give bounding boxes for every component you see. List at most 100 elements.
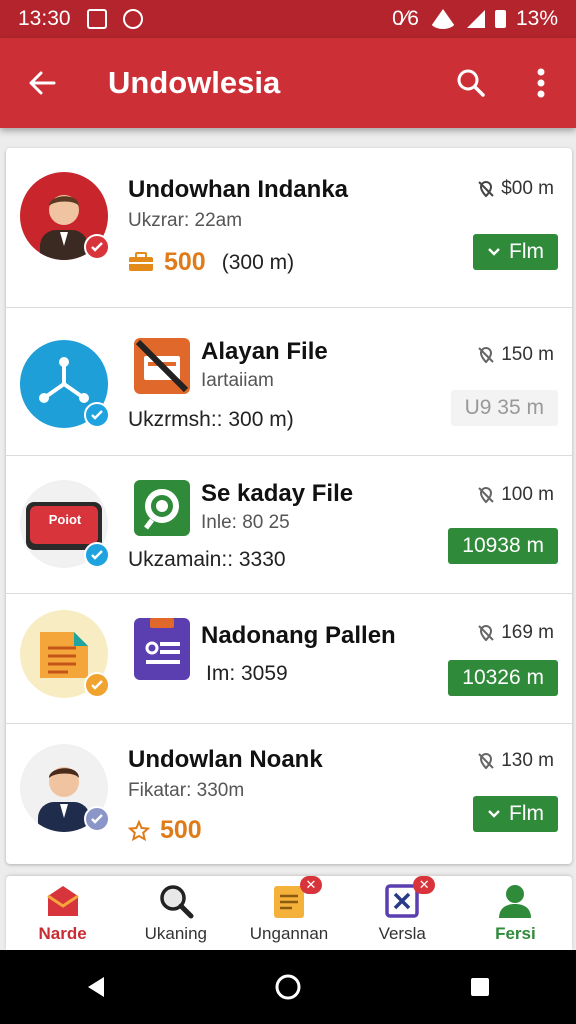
back-button[interactable] (0, 38, 84, 128)
nav-label: Ukaning (144, 924, 207, 943)
search-icon (457, 69, 485, 97)
item-action-button[interactable]: 10938 m (448, 528, 558, 564)
item-name: Undowhan Indanka (128, 176, 349, 203)
person-icon (496, 882, 534, 920)
clipboard-icon (134, 618, 190, 680)
location-off-icon (478, 624, 494, 642)
item-distance-text: 100 m (501, 484, 554, 505)
signal-icon (466, 10, 485, 28)
verified-check-icon (84, 672, 110, 698)
item-action-label: 10326 m (462, 666, 544, 689)
results-list: Undowhan Indanka Ukzrar: 22am 500 (300 m… (6, 148, 572, 864)
item-meta: Im: 3059 (206, 662, 288, 685)
nav-item-profile[interactable]: Fersi (459, 876, 572, 950)
verified-check-icon (84, 234, 110, 260)
page-title: Undowlesia (108, 65, 281, 100)
nav-label: Narde (38, 924, 87, 943)
item-subtitle: Inle: 80 25 (201, 512, 290, 533)
ticket-icon (129, 251, 153, 271)
nav-label: Fersi (495, 924, 536, 943)
chevron-down-icon (488, 810, 500, 818)
item-distance-text: 130 m (501, 750, 554, 771)
avatar (20, 744, 110, 832)
wifi-icon (428, 9, 457, 29)
item-name: Nadonang Pallen (201, 622, 396, 649)
location-off-icon (478, 180, 494, 198)
battery-percent: 13% (515, 7, 558, 30)
location-off-icon (478, 346, 494, 364)
network-text: 0⁄6 (392, 7, 419, 30)
verified-check-icon (84, 542, 110, 568)
list-item[interactable]: Alayan File Iartaiiam Ukzrmsh:: 300 m) 1… (6, 308, 572, 456)
avatar (20, 610, 110, 698)
nav-label: Versla (378, 924, 426, 943)
arrow-left-icon (29, 71, 56, 95)
item-action-label: U9 35 m (464, 396, 544, 419)
notification-icon (86, 9, 107, 29)
close-icon: ✕ (413, 876, 436, 894)
system-back-button[interactable] (66, 957, 126, 1017)
nav-item-home[interactable]: Narde (6, 876, 119, 950)
item-meta: Ukzrmsh:: 300 m) (128, 408, 294, 431)
search-button[interactable] (436, 38, 506, 128)
square-recents-icon (471, 978, 489, 996)
notes-icon: ✕ (270, 876, 322, 920)
battery-icon (494, 10, 506, 28)
item-distance: 100 m (477, 484, 554, 506)
sync-icon (122, 9, 143, 29)
item-meta: Ukzamain:: 3330 (128, 548, 286, 571)
list-item[interactable]: Poiot Se kaday File Inle: 80 25 Ukzamain… (6, 456, 572, 594)
item-distance: 169 m (477, 622, 554, 644)
chevron-down-icon (488, 248, 500, 256)
nav-label: Ungannan (249, 924, 329, 943)
verified-check-icon (84, 806, 110, 832)
more-options-button[interactable] (506, 38, 576, 128)
item-distance: 130 m (477, 750, 554, 772)
triangle-back-icon (88, 977, 104, 997)
system-recents-button[interactable] (450, 957, 510, 1017)
status-bar: 13:30 0⁄6 13% (0, 0, 576, 38)
close-icon: ✕ (300, 876, 322, 894)
item-action-label: Flm (509, 240, 544, 263)
system-home-button[interactable] (258, 957, 318, 1017)
item-subtitle: Ukzrar: 22am (128, 210, 243, 231)
app-bar: Undowlesia (0, 38, 576, 128)
location-off-icon (478, 486, 494, 504)
location-off-icon (478, 752, 494, 770)
nav-item-notes[interactable]: ✕ Ungannan (232, 876, 345, 950)
avatar (20, 340, 110, 428)
verified-check-icon (84, 402, 110, 428)
star-icon (128, 819, 150, 841)
item-action-button[interactable]: Flm (473, 234, 558, 270)
list-item[interactable]: Undowlan Noank Fikatar: 330m 500 130 m F… (6, 724, 572, 864)
item-distance-text: $00 m (501, 178, 554, 199)
close-box-icon: ✕ (383, 876, 436, 920)
settings-icon (134, 480, 190, 536)
item-distance: 150 m (477, 344, 554, 366)
home-icon (44, 882, 82, 920)
item-subtitle: Fikatar: 330m (128, 780, 245, 801)
item-action-label: 10938 m (462, 534, 544, 557)
item-name: Undowlan Noank (128, 746, 323, 773)
item-action-label: Flm (509, 802, 544, 825)
system-navigation-bar (0, 950, 576, 1024)
item-action-button[interactable]: 10326 m (448, 660, 558, 696)
item-distance-text: 150 m (501, 344, 554, 365)
bottom-navigation: Narde Ukaning ✕ Ungannan ✕ Versla Fersi (6, 876, 572, 950)
avatar (20, 172, 110, 260)
nav-item-search[interactable]: Ukaning (119, 876, 232, 950)
list-item[interactable]: Undowhan Indanka Ukzrar: 22am 500 (300 m… (6, 148, 572, 308)
avatar: Poiot (20, 480, 110, 568)
device-badge-label: Poiot (48, 512, 82, 527)
item-action-button[interactable]: U9 35 m (450, 390, 558, 426)
item-points-row: 500 (300 m) (128, 248, 294, 277)
item-points: 500 (164, 248, 206, 276)
item-points: 500 (160, 816, 202, 844)
status-time: 13:30 (18, 7, 71, 30)
list-item[interactable]: Nadonang Pallen Im: 3059 169 m 10326 m (6, 594, 572, 724)
item-name: Alayan File (201, 338, 328, 365)
item-points-row: 500 (128, 816, 202, 845)
nav-item-version[interactable]: ✕ Versla (346, 876, 459, 950)
item-action-button[interactable]: Flm (473, 796, 558, 832)
item-subtitle: Iartaiiam (201, 370, 274, 391)
